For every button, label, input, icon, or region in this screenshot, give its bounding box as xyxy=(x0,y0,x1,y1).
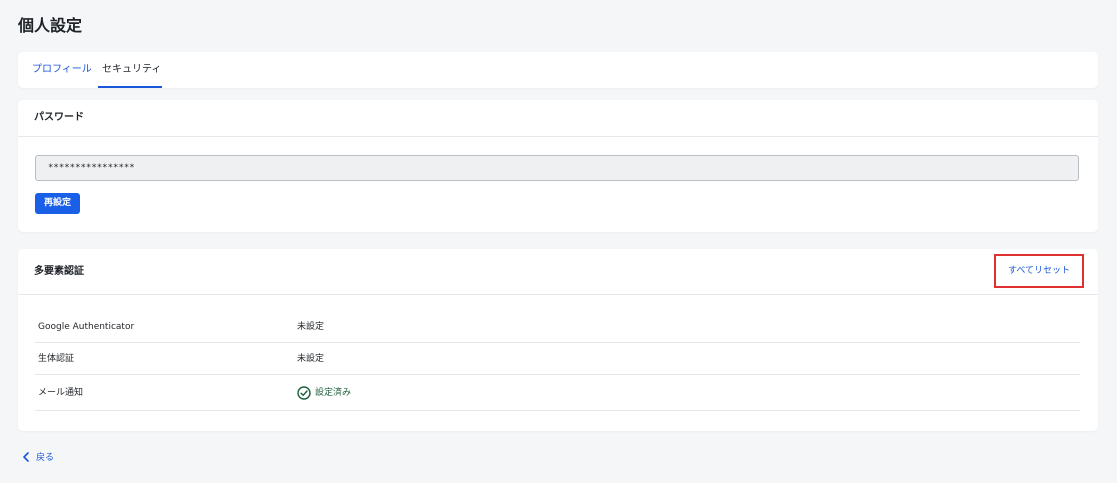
password-heading: パスワード xyxy=(18,100,1098,137)
mfa-card: 多要素認証 すべてリセット Google Authenticator 未設定 生… xyxy=(18,249,1098,431)
reset-password-button[interactable]: 再設定 xyxy=(35,193,80,214)
mfa-row-status: 未設定 xyxy=(297,354,325,364)
active-tab-indicator xyxy=(98,86,162,88)
mfa-row-biometric[interactable]: 生体認証 未設定 xyxy=(35,343,1080,375)
mfa-heading: 多要素認証 xyxy=(34,266,84,277)
mfa-list: Google Authenticator 未設定 生体認証 未設定 メール通知 … xyxy=(35,311,1080,411)
mfa-header: 多要素認証 すべてリセット xyxy=(18,249,1098,295)
check-circle-icon xyxy=(297,386,311,400)
tab-bar: プロフィール セキュリティ xyxy=(18,52,1098,88)
back-link[interactable]: 戻る xyxy=(22,450,54,463)
reset-all-link[interactable]: すべてリセット xyxy=(994,254,1084,288)
mfa-row-status: 未設定 xyxy=(297,322,325,332)
back-label: 戻る xyxy=(36,453,55,463)
mfa-row-name: 生体認証 xyxy=(38,354,75,364)
mfa-row-name: メール通知 xyxy=(38,388,84,398)
password-card: パスワード **************** 再設定 xyxy=(18,100,1098,232)
mfa-row-status: 設定済み xyxy=(297,375,351,411)
tab-profile[interactable]: プロフィール xyxy=(32,52,92,88)
chevron-left-icon xyxy=(23,451,29,462)
mfa-row-google-authenticator[interactable]: Google Authenticator 未設定 xyxy=(35,311,1080,343)
page-title: 個人設定 xyxy=(18,16,83,35)
mfa-row-name: Google Authenticator xyxy=(38,322,135,332)
mfa-row-status-label: 設定済み xyxy=(315,388,352,398)
password-field[interactable]: **************** xyxy=(35,155,1079,181)
mfa-row-email[interactable]: メール通知 設定済み xyxy=(35,375,1080,411)
tab-security[interactable]: セキュリティ xyxy=(102,52,161,88)
